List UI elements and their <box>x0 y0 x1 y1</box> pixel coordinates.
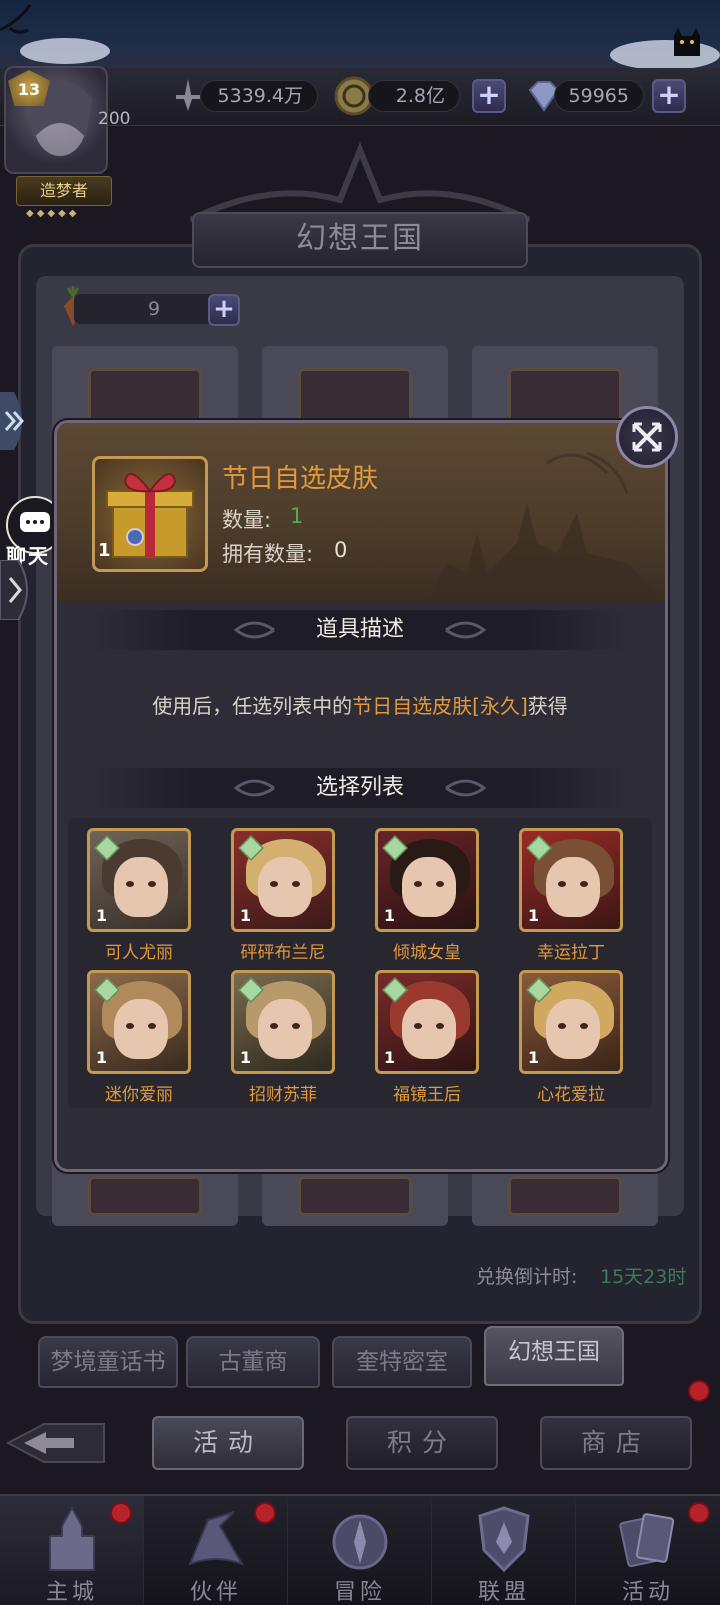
gold-value: 2.8亿 <box>368 80 460 112</box>
skin-name: 招财苏菲 <box>249 1085 317 1105</box>
description-title: 道具描述 <box>315 617 404 642</box>
tab-fantasy-kingdom[interactable]: 幻想王国 <box>484 1326 624 1386</box>
side-chevron-right-icon[interactable] <box>0 560 36 620</box>
description-prefix: 使用后，任选列表中的 <box>152 694 353 718</box>
skin-name: 倾城女皇 <box>393 943 461 963</box>
ornament-right-icon <box>445 779 487 797</box>
witch-hat-icon <box>188 1511 245 1566</box>
compass-icon <box>332 1514 388 1570</box>
skin-name: 可人尤丽 <box>105 943 173 963</box>
item-icon-count: 1 <box>98 540 111 561</box>
description-suffix: 获得 <box>527 694 568 718</box>
skin-card-1[interactable]: 1 <box>87 828 191 932</box>
skin-card-5[interactable]: 1 <box>87 970 191 1074</box>
item-name: 节日自选皮肤 <box>222 464 379 494</box>
title-stars: ◆◆◆◆◆ <box>26 208 80 219</box>
skin-card-4[interactable]: 1 <box>519 828 623 932</box>
description-highlight: 节日自选皮肤[永久] <box>352 694 528 718</box>
castle-icon <box>49 1506 95 1571</box>
points-button[interactable]: 积分 <box>346 1416 498 1470</box>
quantity-label: 数量: <box>222 508 272 532</box>
owned-label: 拥有数量: <box>222 542 314 566</box>
skin-card-2[interactable]: 1 <box>231 828 335 932</box>
nav-alliance[interactable]: 联盟 <box>432 1496 576 1605</box>
skin-card-8[interactable]: 1 <box>519 970 623 1074</box>
nav-label: 活动 <box>621 1580 674 1605</box>
skin-name: 福镜王后 <box>393 1085 461 1105</box>
shield-icon <box>478 1506 530 1573</box>
nav-adventure[interactable]: 冒险 <box>288 1496 432 1605</box>
gift-box-icon <box>106 472 194 558</box>
skin-card-6[interactable]: 1 <box>231 970 335 1074</box>
back-arrow-icon[interactable] <box>4 1416 114 1470</box>
nav-label: 联盟 <box>477 1580 530 1605</box>
add-gold-button[interactable]: + <box>472 79 506 113</box>
black-cat-decor <box>674 28 700 56</box>
panel-title: 幻想王国 <box>192 212 528 268</box>
tab-antique-dealer[interactable]: 古董商 <box>186 1336 320 1388</box>
ornament-left-icon <box>233 621 275 639</box>
skin-card-3[interactable]: 1 <box>375 828 479 932</box>
tree-branch-decor <box>0 4 32 34</box>
sky-background <box>0 0 720 70</box>
power-value: 5339.4万 <box>200 80 318 112</box>
nav-label: 主城 <box>45 1580 98 1605</box>
ornament-right-icon <box>445 621 487 639</box>
selection-list-title: 选择列表 <box>315 775 404 800</box>
close-icon <box>632 422 662 452</box>
skin-name: 砰砰布兰尼 <box>240 943 326 963</box>
shop-button[interactable]: 商店 <box>540 1416 692 1470</box>
nav-label: 伙伴 <box>189 1580 242 1605</box>
skin-name: 心花爱拉 <box>537 1085 605 1105</box>
countdown-value: 15天23时 <box>600 1266 687 1288</box>
side-expand-icon[interactable] <box>0 392 30 450</box>
activity-button[interactable]: 活动 <box>152 1416 304 1470</box>
nav-label: 冒险 <box>333 1580 386 1605</box>
close-button[interactable] <box>616 406 678 468</box>
tab-dream-fairytale[interactable]: 梦境童话书 <box>38 1336 178 1388</box>
gems-value: 59965 <box>554 80 644 112</box>
tab-secret-room[interactable]: 奎特密室 <box>332 1336 472 1388</box>
quantity-value: 1 <box>290 504 304 528</box>
cards-icon <box>619 1513 675 1568</box>
main-city-notification-dot <box>110 1502 132 1524</box>
owned-value: 0 <box>334 538 348 562</box>
ornament-left-icon <box>233 779 275 797</box>
skin-card-7[interactable]: 1 <box>375 970 479 1074</box>
haunted-castle-decor <box>427 451 657 603</box>
level-progress: 200 <box>98 109 131 129</box>
events-notification-dot <box>688 1502 710 1524</box>
description-header: 道具描述 <box>90 610 630 650</box>
skin-name: 迷你爱丽 <box>105 1085 173 1105</box>
description-text: 使用后，任选列表中的节日自选皮肤[永久]获得 <box>60 690 660 719</box>
add-gems-button[interactable]: + <box>652 79 686 113</box>
add-carrot-button[interactable]: + <box>208 294 240 326</box>
partners-notification-dot <box>254 1502 276 1524</box>
shop-notification-dot <box>688 1380 710 1402</box>
player-title: 造梦者 <box>16 176 112 206</box>
skin-name: 幸运拉丁 <box>537 943 605 963</box>
selection-list-header: 选择列表 <box>90 768 630 808</box>
countdown-label: 兑换倒计时: <box>476 1266 578 1288</box>
